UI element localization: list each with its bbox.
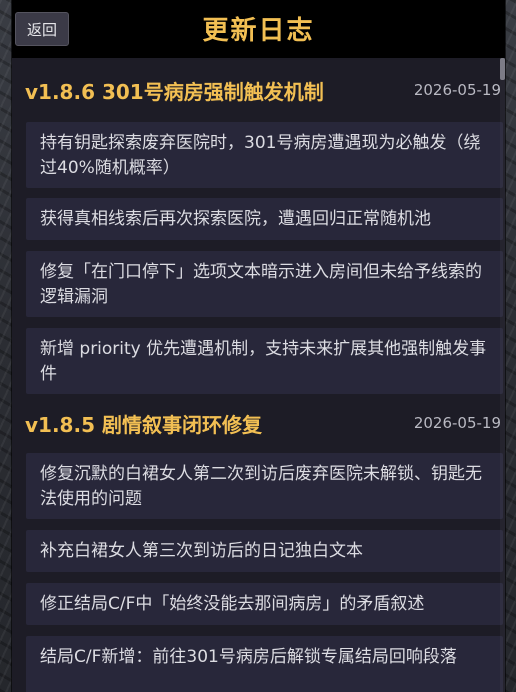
- version-title: v1.8.5 剧情叙事闭环修复: [25, 413, 262, 437]
- changelog-list[interactable]: v1.8.6 301号病房强制触发机制 2026-05-19 持有钥匙探索废弃医…: [12, 58, 505, 692]
- version-date: 2026-05-19: [413, 81, 501, 99]
- changelog-entry: 获得真相线索后再次探索医院，遭遇回归正常随机池: [26, 198, 503, 240]
- changelog-entry: 持有钥匙探索废弃医院时，301号病房遭遇现为必触发（绕过40%随机概率）: [26, 122, 503, 188]
- version-date: 2026-05-19: [413, 414, 501, 432]
- changelog-entry: 结局C/F新增：前往301号病房后解锁专属结局回响段落: [26, 636, 503, 692]
- version-header: v1.8.6 301号病房强制触发机制 2026-05-19: [12, 62, 505, 118]
- header-bar: 返回 更新日志: [12, 0, 505, 58]
- scrollbar-thumb[interactable]: [500, 58, 505, 80]
- version-header: v1.8.5 剧情叙事闭环修复 2026-05-19: [12, 395, 505, 451]
- changelog-entry: 修正结局C/F中「始终没能去那间病房」的矛盾叙述: [26, 583, 503, 625]
- changelog-entry: 修复「在门口停下」选项文本暗示进入房间但未给予线索的逻辑漏洞: [26, 251, 503, 317]
- changelog-entry: 新增 priority 优先遭遇机制，支持未来扩展其他强制触发事件: [26, 328, 503, 394]
- changelog-entry: 补充白裙女人第三次到访后的日记独白文本: [26, 530, 503, 572]
- changelog-panel: 返回 更新日志 v1.8.6 301号病房强制触发机制 2026-05-19 持…: [12, 0, 505, 692]
- changelog-entry: 修复沉默的白裙女人第二次到访后废弃医院未解锁、钥匙无法使用的问题: [26, 453, 503, 519]
- scrollbar[interactable]: [500, 58, 505, 692]
- version-title: v1.8.6 301号病房强制触发机制: [25, 80, 324, 104]
- page-title: 更新日志: [202, 16, 315, 46]
